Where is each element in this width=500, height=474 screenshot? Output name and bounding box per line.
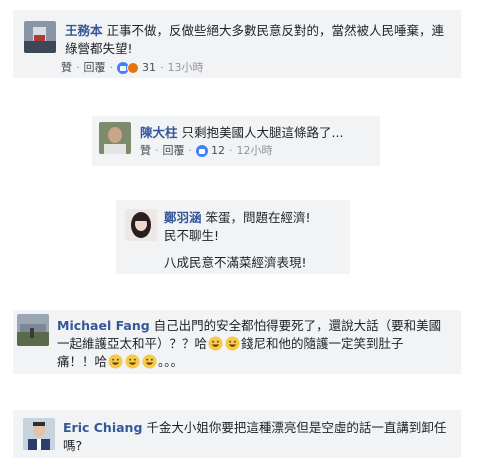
reply-link[interactable]: 回覆 xyxy=(84,61,106,75)
timestamp[interactable]: 12小時 xyxy=(237,144,273,158)
avatar[interactable] xyxy=(99,122,131,154)
grinning-face-emoji xyxy=(208,336,223,351)
comment-card: 王務本 正事不做，反做些絕大多數民意反對的，當然被人民唾棄，連 綠營都失望! 贊… xyxy=(13,10,461,78)
separator: · xyxy=(109,61,114,74)
grinning-face-emoji xyxy=(225,336,240,351)
comment-text: 自己出門的安全都怕得要死了，還說大話（要和美國 xyxy=(153,318,442,333)
comment-text: 痛！！哈 xyxy=(57,354,108,369)
reply-link[interactable]: 回覆 xyxy=(163,144,185,158)
comment-text-line: 痛！！哈 。。。 xyxy=(57,353,183,370)
avatar[interactable] xyxy=(125,209,157,241)
comment-author[interactable]: 王務本 xyxy=(65,23,103,38)
comment-card: Michael Fang 自己出門的安全都怕得要死了，還說大話（要和美國 一起維… xyxy=(13,310,461,374)
comment-text: 千金大小姐你要把這種漂亮但是空虛的話一直講到卸任 xyxy=(146,420,447,435)
comment-text: 綠營都失望! xyxy=(65,41,133,56)
comment-card: 鄭羽涵 笨蛋，問題在經濟! 民不聊生! 八成民意不滿菜經濟表現! xyxy=(116,200,350,274)
angry-icon xyxy=(127,62,139,74)
like-icon xyxy=(196,145,208,157)
like-link[interactable]: 贊 xyxy=(140,144,151,158)
avatar[interactable] xyxy=(17,314,49,346)
comment-text: 一起維護亞太和平）？？哈 xyxy=(57,336,208,351)
comment-first-line: Michael Fang 自己出門的安全都怕得要死了，還說大話（要和美國 xyxy=(57,317,441,334)
separator: · xyxy=(160,61,164,74)
separator: · xyxy=(155,144,159,157)
separator: · xyxy=(229,144,233,157)
comment-first-line: 鄭羽涵 笨蛋，問題在經濟! xyxy=(164,209,311,226)
grinning-face-emoji xyxy=(125,354,140,369)
comment-actions: 贊 · 回覆 · 31 · 13小時 xyxy=(61,61,204,75)
comment-text: 正事不做，反做些絕大多數民意反對的，當然被人民唾棄，連 xyxy=(106,23,445,38)
comment-text: 八成民意不滿菜經濟表現! xyxy=(164,255,307,270)
avatar[interactable] xyxy=(24,21,56,53)
comment-author[interactable]: 鄭羽涵 xyxy=(164,210,202,225)
comment-text: 只剩抱美國人大腿這條路了... xyxy=(181,125,344,140)
comment-author[interactable]: Eric Chiang xyxy=(63,420,142,435)
comment-text: 民不聊生! xyxy=(164,228,220,243)
reaction-count: 31 xyxy=(142,61,156,74)
comment-actions: 贊 · 回覆 · 12 · 12小時 xyxy=(140,144,273,158)
grinning-face-emoji xyxy=(142,354,157,369)
comment-text: 嗎? xyxy=(63,438,83,453)
grinning-face-emoji xyxy=(108,354,123,369)
reaction-summary[interactable] xyxy=(117,62,139,74)
comment-text-line: 一起維護亞太和平）？？哈 錢尼和他的隨護一定笑到肚子 xyxy=(57,335,404,352)
reply-card: 陳大柱 只剩抱美國人大腿這條路了... 贊 · 回覆 · 12 · 12小時 xyxy=(92,116,380,166)
like-link[interactable]: 贊 xyxy=(61,61,72,75)
reaction-summary[interactable] xyxy=(196,145,208,157)
comment-card: Eric Chiang 千金大小姐你要把這種漂亮但是空虛的話一直講到卸任 嗎? xyxy=(13,410,461,458)
comment-author[interactable]: Michael Fang xyxy=(57,318,150,333)
comment-text: 。。。 xyxy=(158,354,184,369)
timestamp[interactable]: 13小時 xyxy=(168,61,204,75)
comment-first-line: 陳大柱 只剩抱美國人大腿這條路了... xyxy=(140,124,343,141)
comment-text: 笨蛋，問題在經濟! xyxy=(205,210,311,225)
reaction-count: 12 xyxy=(211,144,225,157)
avatar[interactable] xyxy=(23,418,55,450)
comment-first-line: Eric Chiang 千金大小姐你要把這種漂亮但是空虛的話一直講到卸任 xyxy=(63,419,446,436)
comment-first-line: 王務本 正事不做，反做些絕大多數民意反對的，當然被人民唾棄，連 xyxy=(65,22,444,39)
comment-text: 錢尼和他的隨護一定笑到肚子 xyxy=(241,336,404,351)
separator: · xyxy=(76,61,80,74)
comment-author[interactable]: 陳大柱 xyxy=(140,125,178,140)
separator: · xyxy=(188,144,193,157)
